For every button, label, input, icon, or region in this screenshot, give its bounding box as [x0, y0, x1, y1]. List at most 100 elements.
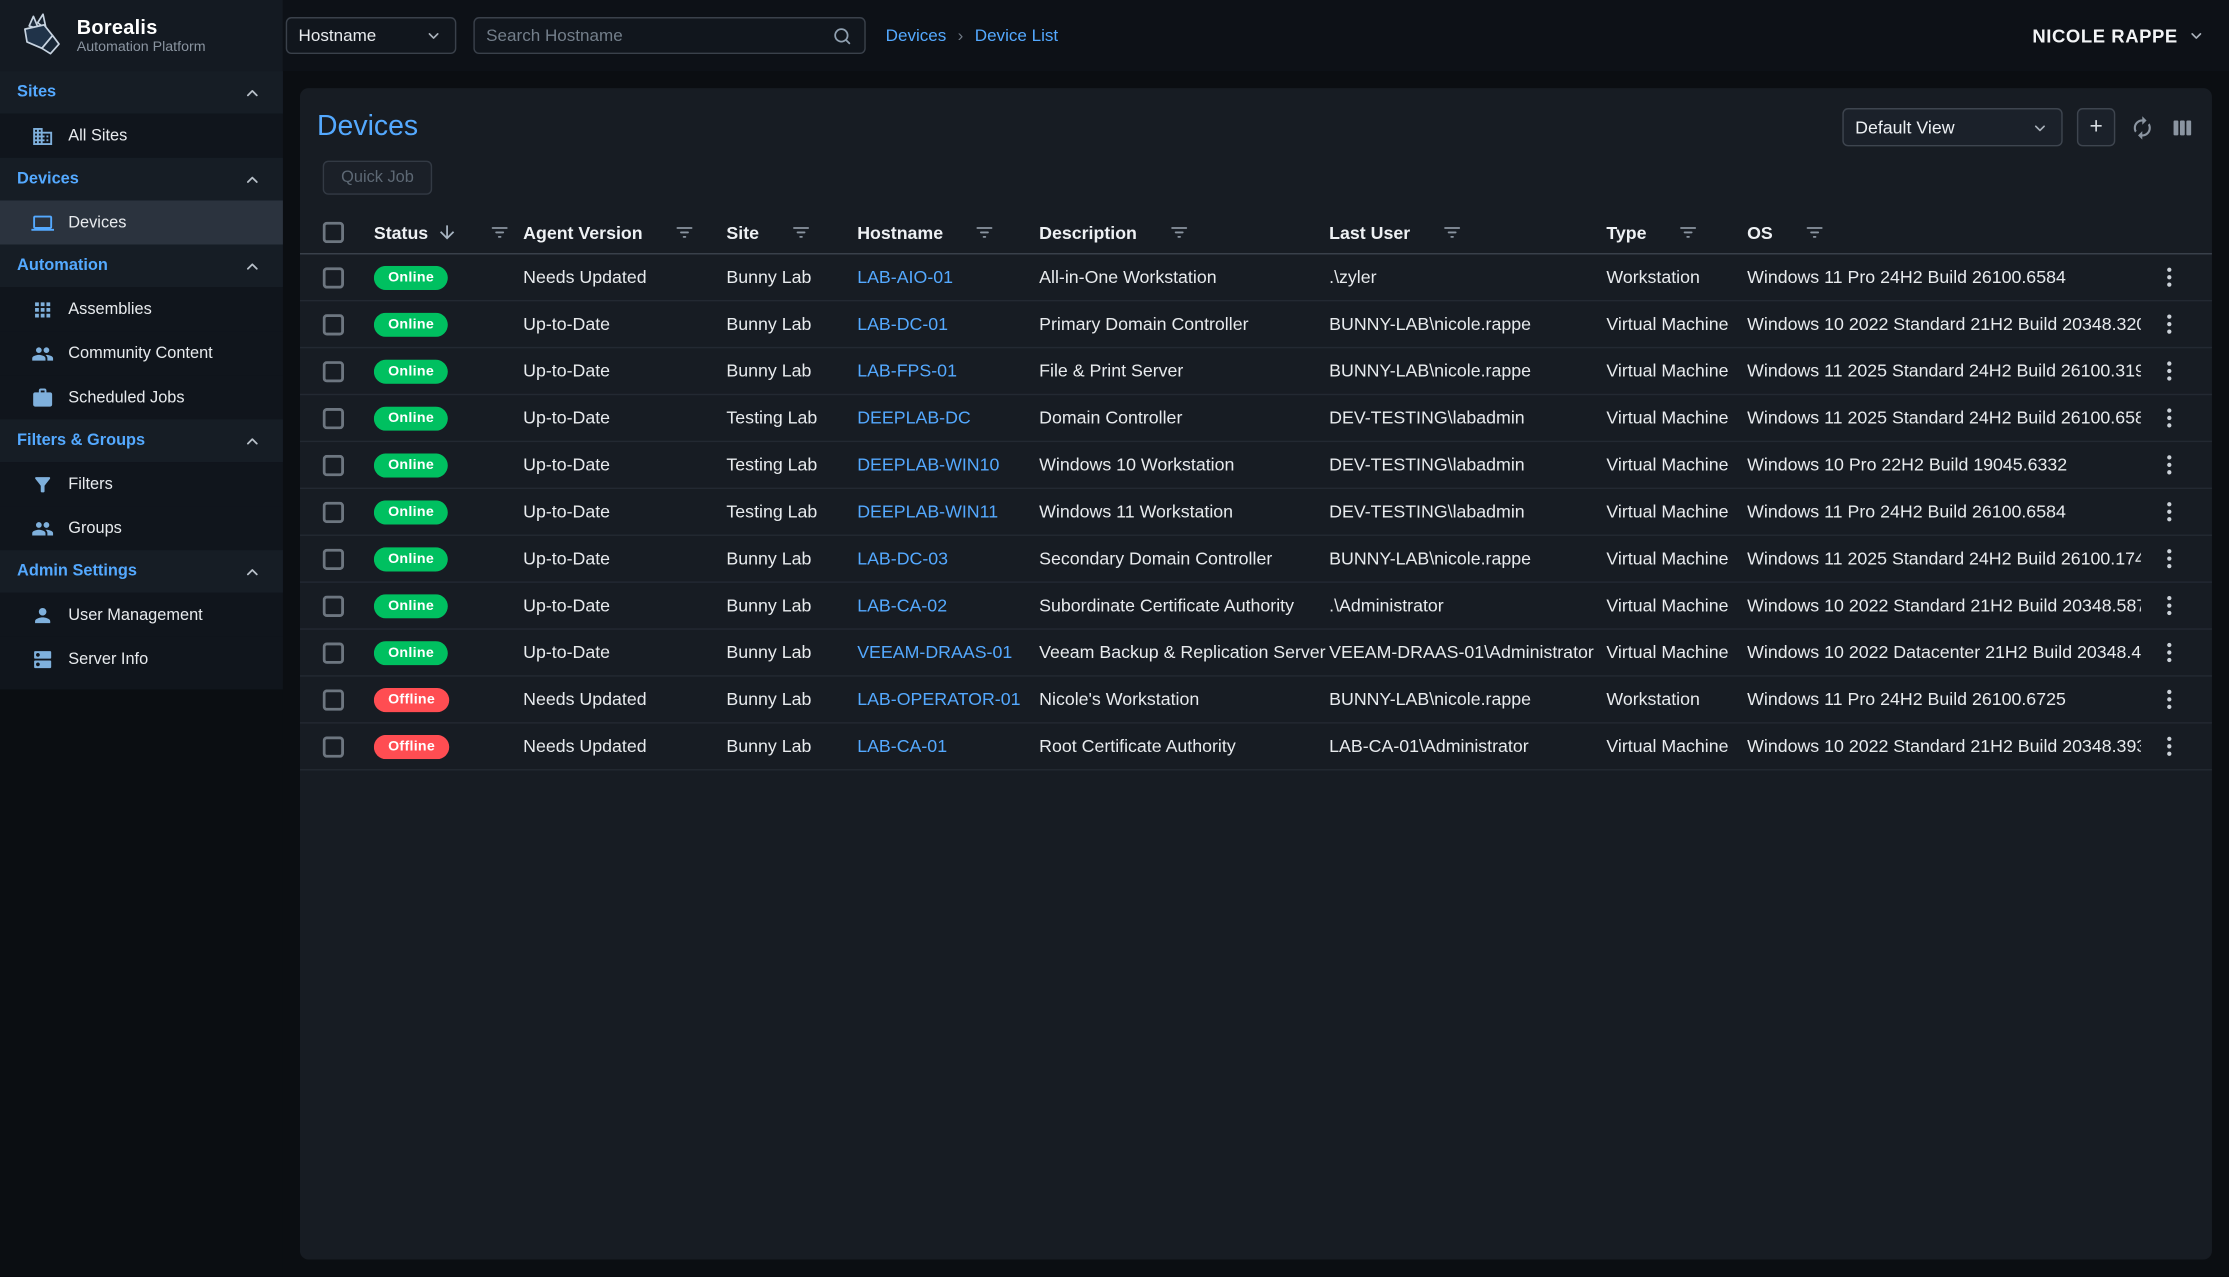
column-header-site[interactable]: Site: [726, 222, 857, 243]
row-menu-icon[interactable]: [2157, 264, 2183, 290]
sidebar-item-user-management[interactable]: User Management: [0, 593, 283, 637]
hostname-link[interactable]: LAB-DC-03: [857, 549, 948, 569]
sidebar-item-assemblies[interactable]: Assemblies: [0, 287, 283, 331]
content-area: Devices Default View + Quick Job StatusA…: [283, 71, 2229, 1276]
sidebar-item-scheduled-jobs[interactable]: Scheduled Jobs: [0, 375, 283, 419]
table-row: OfflineNeeds UpdatedBunny LabLAB-OPERATO…: [300, 677, 2212, 724]
row-checkbox[interactable]: [323, 313, 344, 334]
hostname-cell: DEEPLAB-WIN10: [857, 455, 1039, 475]
row-checkbox[interactable]: [323, 454, 344, 475]
sidebar: SitesAll SitesDevicesDevicesAutomationAs…: [0, 71, 283, 689]
hostname-link[interactable]: DEEPLAB-WIN10: [857, 455, 999, 475]
column-header-agent-version[interactable]: Agent Version: [523, 222, 726, 243]
type-cell: Virtual Machine: [1606, 502, 1747, 522]
add-view-button[interactable]: +: [2077, 108, 2115, 146]
row-actions-cell: [2141, 687, 2198, 713]
row-select-cell: [323, 736, 374, 757]
row-menu-icon[interactable]: [2157, 640, 2183, 666]
hostname-link[interactable]: LAB-OPERATOR-01: [857, 689, 1020, 709]
description-cell: All-in-One Workstation: [1039, 267, 1329, 287]
row-checkbox[interactable]: [323, 407, 344, 428]
last-user-cell: LAB-CA-01\Administrator: [1329, 736, 1606, 756]
sidebar-section-automation[interactable]: Automation: [0, 245, 283, 288]
filter-icon[interactable]: [974, 222, 995, 243]
row-checkbox[interactable]: [323, 501, 344, 522]
row-menu-icon[interactable]: [2157, 405, 2183, 431]
search-input[interactable]: [486, 26, 823, 46]
last-user-cell: BUNNY-LAB\nicole.rappe: [1329, 689, 1606, 709]
sidebar-section-admin-settings[interactable]: Admin Settings: [0, 550, 283, 593]
row-checkbox[interactable]: [323, 595, 344, 616]
column-settings-icon[interactable]: [2169, 114, 2195, 140]
hostname-link[interactable]: VEEAM-DRAAS-01: [857, 643, 1012, 663]
hostname-cell: LAB-CA-01: [857, 736, 1039, 756]
row-checkbox[interactable]: [323, 736, 344, 757]
filter-icon[interactable]: [489, 222, 510, 243]
column-header-type[interactable]: Type: [1606, 222, 1747, 243]
sidebar-item-server-info[interactable]: Server Info: [0, 637, 283, 681]
row-menu-icon[interactable]: [2157, 593, 2183, 619]
column-header-os[interactable]: OS: [1747, 222, 2141, 243]
row-menu-icon[interactable]: [2157, 452, 2183, 478]
row-menu-icon[interactable]: [2157, 499, 2183, 525]
hostname-link[interactable]: LAB-CA-02: [857, 596, 947, 616]
user-menu[interactable]: NICOLE RAPPE: [2032, 25, 2206, 46]
assemblies-icon: [31, 298, 54, 321]
devices-table: StatusAgent Version SiteHostnameDescripti…: [300, 212, 2212, 1260]
sidebar-item-groups[interactable]: Groups: [0, 506, 283, 550]
status-cell: Online: [374, 406, 523, 430]
row-menu-icon[interactable]: [2157, 734, 2183, 760]
column-header-hostname[interactable]: Hostname: [857, 222, 1039, 243]
table-row: OnlineUp-to-DateBunny LabLAB-FPS-01File …: [300, 348, 2212, 395]
row-checkbox[interactable]: [323, 267, 344, 288]
row-menu-icon[interactable]: [2157, 311, 2183, 337]
row-checkbox[interactable]: [323, 642, 344, 663]
sidebar-section-filters-groups[interactable]: Filters & Groups: [0, 419, 283, 462]
breadcrumb-device-list[interactable]: Device List: [975, 26, 1058, 46]
breadcrumb-devices[interactable]: Devices: [886, 26, 947, 46]
sidebar-section-sites[interactable]: Sites: [0, 71, 283, 114]
status-cell: Online: [374, 312, 523, 336]
row-checkbox[interactable]: [323, 360, 344, 381]
sidebar-section-devices[interactable]: Devices: [0, 158, 283, 201]
search-box[interactable]: [473, 17, 865, 54]
chevron-up-icon: [242, 430, 263, 451]
hostname-link[interactable]: LAB-AIO-01: [857, 267, 953, 287]
row-checkbox[interactable]: [323, 689, 344, 710]
sidebar-item-all-sites[interactable]: All Sites: [0, 114, 283, 158]
column-header-status[interactable]: Status: [374, 222, 523, 243]
filter-icon[interactable]: [1441, 222, 1462, 243]
sidebar-item-community-content[interactable]: Community Content: [0, 331, 283, 375]
site-cell: Bunny Lab: [726, 596, 857, 616]
devices-icon: [31, 211, 54, 234]
column-header-description[interactable]: Description: [1039, 222, 1329, 243]
sort-desc-icon[interactable]: [437, 222, 458, 243]
column-header-label: Agent Version: [523, 222, 642, 242]
row-menu-icon[interactable]: [2157, 687, 2183, 713]
type-cell: Virtual Machine: [1606, 596, 1747, 616]
row-menu-icon[interactable]: [2157, 546, 2183, 572]
quick-job-button[interactable]: Quick Job: [323, 161, 433, 195]
row-menu-icon[interactable]: [2157, 358, 2183, 384]
filter-icon[interactable]: [674, 222, 695, 243]
search-field-selector[interactable]: Hostname: [286, 17, 457, 54]
hostname-link[interactable]: LAB-DC-01: [857, 314, 948, 334]
hostname-link[interactable]: DEEPLAB-DC: [857, 408, 971, 428]
view-selector[interactable]: Default View: [1842, 108, 2062, 146]
os-cell: Windows 10 2022 Standard 21H2 Build 2034…: [1747, 314, 2141, 334]
filter-icon[interactable]: [790, 222, 811, 243]
filter-icon[interactable]: [1678, 222, 1699, 243]
filter-icon[interactable]: [1804, 222, 1825, 243]
column-header-last-user[interactable]: Last User: [1329, 222, 1606, 243]
search-icon[interactable]: [832, 25, 853, 46]
select-all-checkbox[interactable]: [323, 222, 344, 243]
sidebar-item-devices[interactable]: Devices: [0, 200, 283, 244]
row-checkbox[interactable]: [323, 548, 344, 569]
refresh-icon[interactable]: [2129, 114, 2155, 140]
hostname-link[interactable]: DEEPLAB-WIN11: [857, 502, 998, 522]
hostname-link[interactable]: LAB-FPS-01: [857, 361, 957, 381]
hostname-cell: VEEAM-DRAAS-01: [857, 643, 1039, 663]
filter-icon[interactable]: [1168, 222, 1189, 243]
sidebar-item-filters[interactable]: Filters: [0, 462, 283, 506]
hostname-link[interactable]: LAB-CA-01: [857, 736, 947, 756]
